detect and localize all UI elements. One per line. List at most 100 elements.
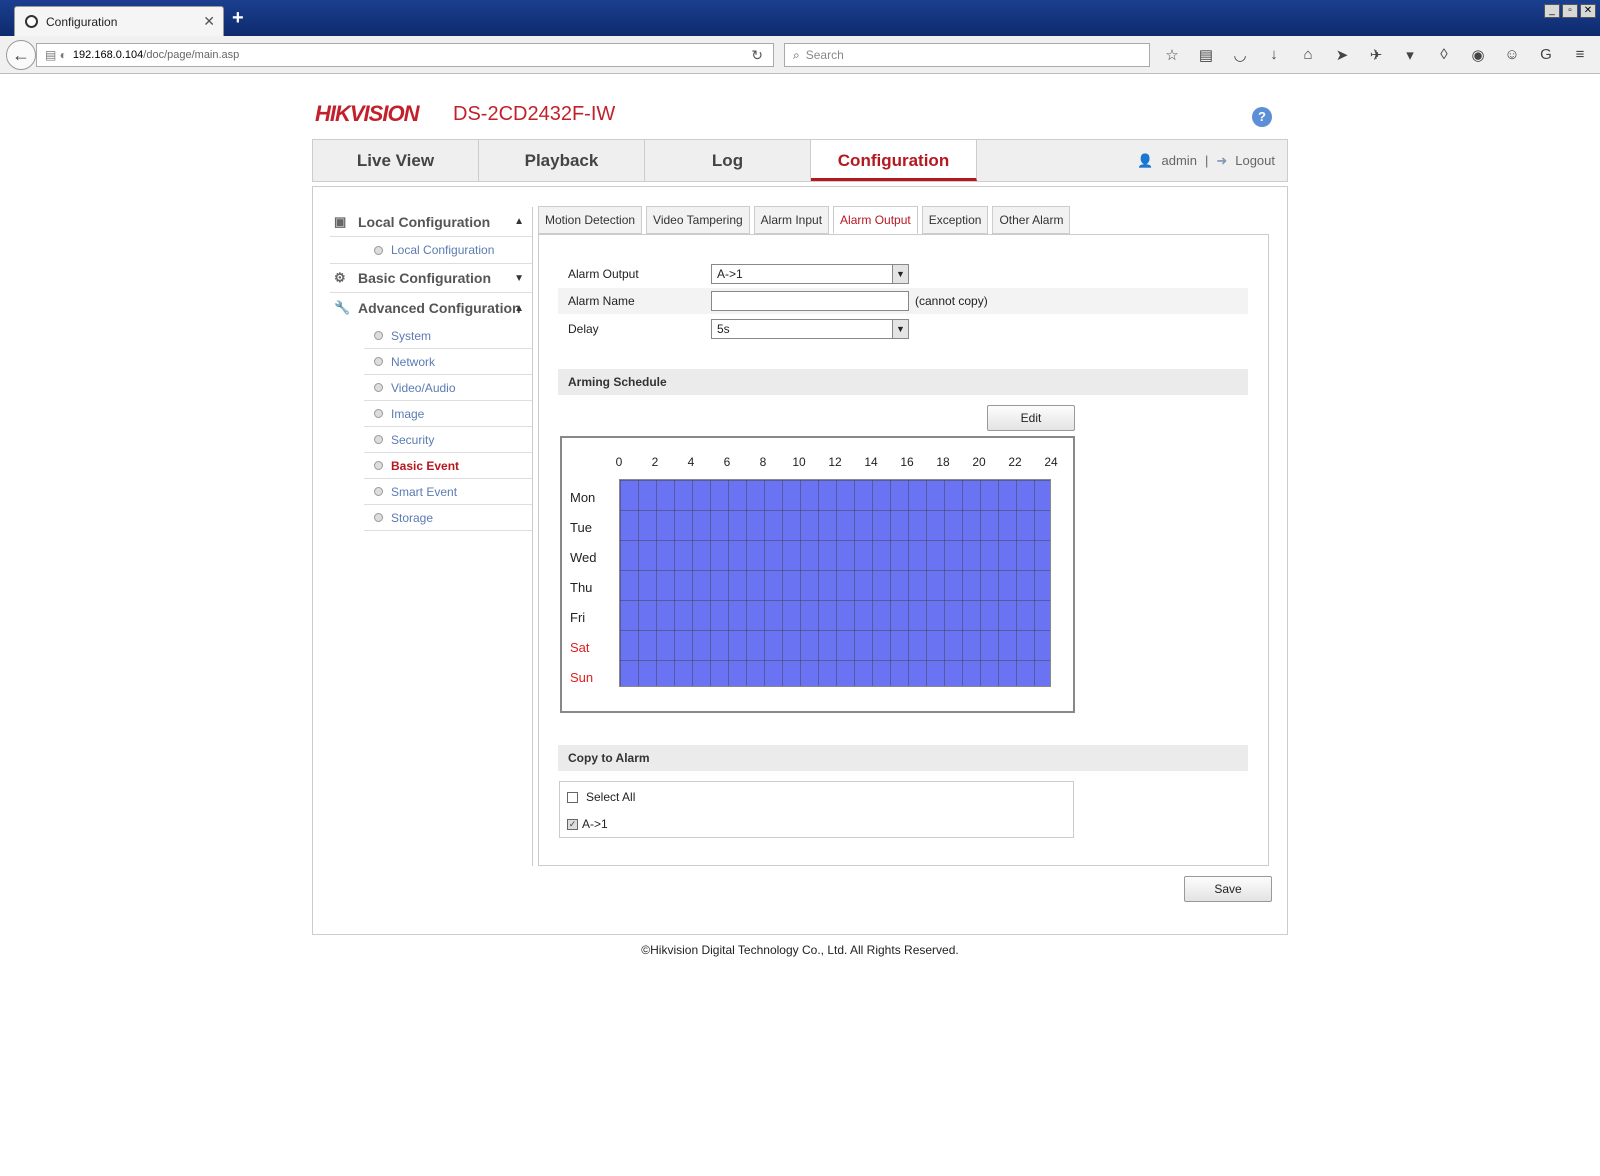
bird-icon[interactable]: ✈ (1366, 46, 1386, 64)
hour-label: 4 (687, 455, 695, 469)
back-button[interactable]: ← (6, 40, 36, 70)
pocket-icon[interactable]: ◡ (1230, 46, 1250, 64)
delay-row: Delay 5s ▼ (558, 316, 1248, 342)
new-tab-button[interactable]: + (232, 7, 244, 30)
tab-close-icon[interactable]: ✕ (203, 13, 215, 30)
star-icon[interactable]: ☆ (1162, 46, 1182, 64)
alarm-name-input[interactable] (711, 291, 909, 311)
window-controls: _ ▫ ✕ (1544, 4, 1596, 18)
sidebar-item-label: System (391, 328, 432, 343)
sidebar-item-label: Local Configuration (391, 243, 495, 257)
select-all-checkbox[interactable]: Select All (567, 790, 635, 804)
sidebar-item-security[interactable]: Security (364, 427, 532, 453)
sidebar-section-label: Local Configuration (358, 213, 491, 230)
drop-icon[interactable]: ◊ (1434, 46, 1454, 64)
minimize-button[interactable]: _ (1544, 4, 1560, 18)
dropdown-arrow-icon[interactable]: ▼ (892, 320, 908, 338)
tab-exception[interactable]: Exception (921, 206, 989, 234)
search-input[interactable]: ⌕ Search (784, 43, 1150, 67)
day-label-weekend: Sun (570, 670, 594, 685)
checkbox-checked-icon[interactable]: ✓ (567, 818, 578, 830)
bullet-icon (374, 357, 383, 366)
tab-alarm-input[interactable]: Alarm Input (753, 206, 830, 234)
url-bar[interactable]: ▤ ◐ 192.168.0.104/doc/page/main.asp ↻ (36, 43, 774, 67)
tab-alarm-output[interactable]: Alarm Output (833, 206, 918, 234)
search-placeholder: Search (805, 48, 844, 62)
sidebar-section-basic[interactable]: ⚙ Basic Configuration ▼ (330, 263, 532, 293)
alarm-name-note: (cannot copy) (915, 294, 988, 308)
download-icon[interactable]: ↓ (1264, 46, 1284, 64)
dropdown-arrow-icon[interactable]: ▼ (892, 265, 908, 283)
alarm-output-value: A->1 (717, 267, 743, 281)
help-icon[interactable]: ? (1252, 107, 1272, 127)
tab-playback[interactable]: Playback (479, 140, 645, 181)
separator: | (1204, 153, 1209, 168)
sidebar-item-storage[interactable]: Storage (364, 505, 532, 531)
sidebar-item-video-audio[interactable]: Video/Audio (364, 375, 532, 401)
close-window-button[interactable]: ✕ (1580, 4, 1596, 18)
browser-nav-bar: ← ▤ ◐ 192.168.0.104/doc/page/main.asp ↻ … (0, 36, 1600, 74)
sidebar-item-system[interactable]: System (364, 323, 532, 349)
tab-configuration[interactable]: Configuration (811, 140, 977, 181)
monitor-icon: ▣ (334, 213, 347, 229)
hour-label: 12 (828, 455, 842, 469)
reload-icon[interactable]: ↻ (751, 47, 763, 64)
circle-arrow-icon[interactable]: ◉ (1468, 46, 1488, 64)
home-icon[interactable]: ⌂ (1298, 46, 1318, 64)
sidebar-item-label: Network (391, 354, 436, 369)
page-info-icon[interactable]: ▤ ◐ (45, 48, 67, 62)
chevron-up-icon: ▲ (514, 216, 524, 227)
alarm-name-row: Alarm Name (cannot copy) (558, 288, 1248, 314)
dropdown-icon[interactable]: ▾ (1400, 46, 1420, 64)
sidebar-item-smart-event[interactable]: Smart Event (364, 479, 532, 505)
alarm-a1-checkbox[interactable]: ✓ A->1 (567, 817, 608, 831)
tab-other-alarm[interactable]: Other Alarm (992, 206, 1071, 234)
schedule-time-grid[interactable] (619, 479, 1051, 687)
alarm-name-label: Alarm Name (568, 294, 635, 308)
sidebar-section-advanced[interactable]: 🔧 Advanced Configuration ▲ (330, 293, 532, 323)
hour-label: 22 (1008, 455, 1022, 469)
g-icon[interactable]: G (1536, 46, 1556, 64)
alarm-output-label: Alarm Output (568, 267, 639, 281)
chat-icon[interactable]: ☺ (1502, 46, 1522, 64)
bullet-icon (374, 383, 383, 392)
sidebar-item-local-configuration[interactable]: Local Configuration (364, 237, 532, 263)
alarm-output-row: Alarm Output A->1 ▼ (558, 261, 1248, 287)
browser-tab[interactable]: Configuration ✕ (14, 6, 224, 36)
sidebar-item-image[interactable]: Image (364, 401, 532, 427)
delay-value: 5s (717, 322, 730, 336)
tab-motion-detection[interactable]: Motion Detection (538, 206, 643, 234)
sidebar-item-network[interactable]: Network (364, 349, 532, 375)
arming-schedule-grid: 0 2 4 6 8 10 12 14 16 18 20 22 24 Mon Tu… (560, 436, 1075, 713)
alarm-a1-label: A->1 (582, 817, 608, 831)
bullet-icon (374, 487, 383, 496)
sidebar-item-label: Security (391, 432, 435, 447)
send-icon[interactable]: ➤ (1332, 46, 1352, 64)
alarm-output-select[interactable]: A->1 ▼ (711, 264, 909, 284)
restore-button[interactable]: ▫ (1562, 4, 1578, 18)
bullet-icon (374, 331, 383, 340)
delay-select[interactable]: 5s ▼ (711, 319, 909, 339)
bullet-icon (374, 245, 383, 255)
sidebar-section-label: Basic Configuration (358, 270, 492, 286)
hour-label: 20 (972, 455, 986, 469)
site-favicon-icon (25, 15, 38, 28)
day-label-weekend: Sat (570, 640, 590, 655)
sidebar-section-local[interactable]: ▣ Local Configuration ▲ (330, 207, 532, 237)
username: admin (1161, 153, 1197, 168)
tab-live-view[interactable]: Live View (313, 140, 479, 181)
checkbox-unchecked-icon[interactable] (567, 791, 578, 803)
save-button[interactable]: Save (1184, 876, 1272, 902)
tab-log[interactable]: Log (645, 140, 811, 181)
device-model: DS-2CD2432F-IW (453, 103, 616, 125)
reading-list-icon[interactable]: ▤ (1196, 46, 1216, 64)
tab-video-tampering[interactable]: Video Tampering (646, 206, 750, 234)
copy-to-alarm-header: Copy to Alarm (558, 745, 1248, 771)
day-label: Tue (570, 520, 592, 535)
logout-icon: ➜ (1216, 152, 1228, 168)
sidebar-item-basic-event[interactable]: Basic Event (364, 453, 532, 479)
tab-title: Configuration (46, 14, 118, 29)
logout-link[interactable]: Logout (1235, 153, 1275, 168)
edit-schedule-button[interactable]: Edit (987, 405, 1075, 431)
menu-icon[interactable]: ≡ (1570, 46, 1590, 64)
